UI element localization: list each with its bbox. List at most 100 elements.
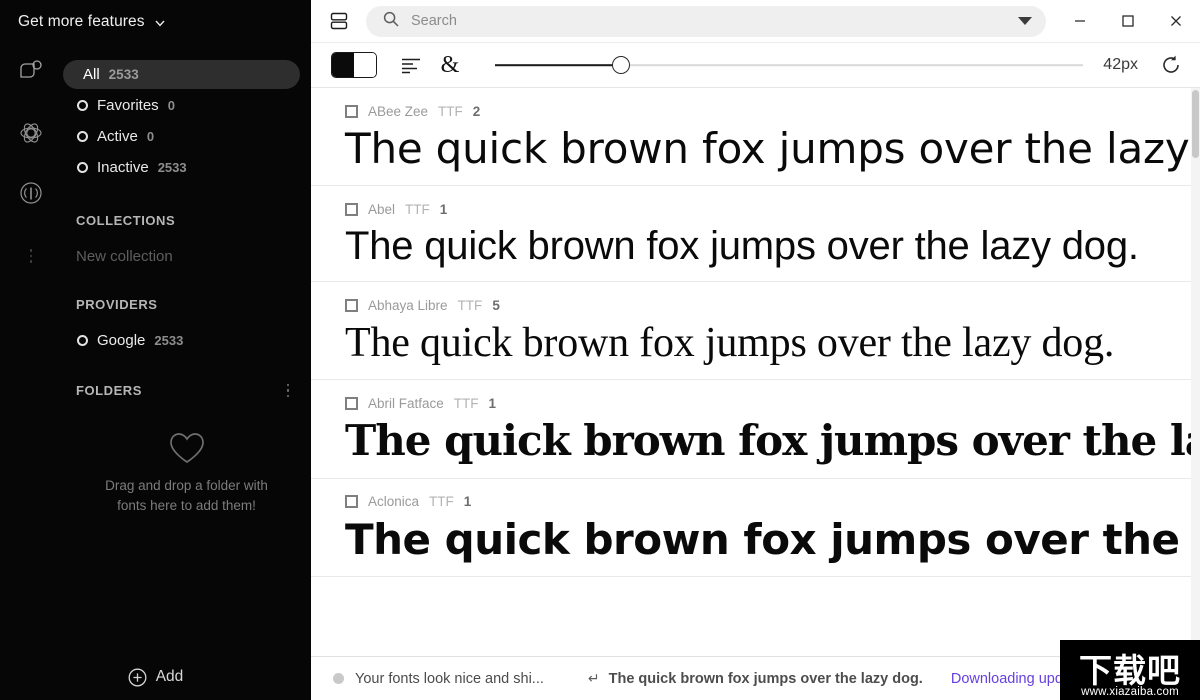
folder-dropzone[interactable]: Drag and drop a folder with fonts here t… — [62, 431, 311, 516]
more-vertical-icon[interactable] — [16, 240, 46, 270]
font-sample-text: The quick brown fox jumps over the lazy … — [345, 124, 1200, 173]
collections-header-label: COLLECTIONS — [76, 213, 176, 228]
radio-icon — [77, 99, 88, 111]
font-checkbox[interactable] — [345, 396, 358, 410]
caret-down-icon[interactable] — [1018, 17, 1032, 25]
sidebar-item-all-count: 2533 — [108, 67, 139, 82]
font-variant-count: 2 — [472, 103, 481, 119]
sidebar-item-active[interactable]: Active 0 — [62, 121, 311, 151]
watermark: 下载吧 www.xiazaiba.com — [1060, 640, 1200, 700]
get-more-features-label: Get more features — [18, 13, 145, 30]
text-align-left-icon[interactable] — [395, 50, 429, 80]
window-controls — [1056, 0, 1200, 43]
title-bar — [311, 0, 1200, 43]
font-name: Abhaya Libre — [368, 297, 448, 313]
close-button[interactable] — [1152, 0, 1200, 43]
sidebar-item-all[interactable]: All 2533 — [63, 60, 300, 89]
font-format: TTF — [438, 103, 463, 119]
sidebar-item-inactive-label: Inactive — [97, 158, 149, 176]
layout-rows-icon[interactable] — [324, 6, 354, 36]
font-name: ABee Zee — [368, 103, 429, 119]
font-sample-text: The quick brown fox jumps over the lazy … — [345, 224, 1139, 269]
sidebar-item-active-count: 0 — [146, 128, 155, 144]
collection-icon[interactable] — [16, 57, 46, 87]
sidebar-content: All 2533 Favorites 0 Active 0 Inactive 2… — [62, 44, 311, 516]
sidebar: Get more features All 2533 Favorites 0 A… — [0, 0, 311, 700]
providers-header-label: PROVIDERS — [76, 297, 158, 312]
sidebar-item-inactive-count: 2533 — [157, 159, 187, 175]
sidebar-icon-rail — [0, 44, 62, 644]
sidebar-item-google-label: Google — [97, 331, 146, 349]
folders-header: FOLDERS — [62, 383, 311, 398]
font-variant-count: 1 — [463, 494, 472, 510]
collections-header: COLLECTIONS — [62, 213, 311, 228]
black-white-toggle-icon[interactable] — [331, 52, 377, 78]
font-row[interactable]: Abhaya Libre TTF 5 The quick brown fox jump… — [311, 282, 1200, 381]
sidebar-item-google[interactable]: Google 2533 — [62, 329, 311, 351]
sidebar-item-favorites-label: Favorites — [97, 96, 159, 114]
font-sample-text: The quick brown fox jumps over the lazy … — [345, 416, 1200, 466]
font-row-header: Abril Fatface TTF 1 — [345, 394, 1200, 412]
search-input[interactable] — [411, 13, 1006, 29]
slider-fill — [495, 64, 622, 66]
add-button[interactable]: Add — [0, 654, 311, 700]
preview-toolbar: & 42px — [311, 43, 1200, 88]
add-button-label: Add — [155, 668, 184, 685]
font-checkbox[interactable] — [345, 202, 358, 216]
scrollbar-thumb[interactable] — [1192, 90, 1199, 158]
font-variant-count: 1 — [488, 395, 497, 411]
search-icon — [383, 11, 399, 32]
radio-icon — [77, 130, 88, 142]
atom-icon[interactable] — [16, 118, 46, 148]
font-list[interactable]: ABee Zee TTF 2 The quick brown fox jumps ov… — [311, 88, 1200, 656]
slider-thumb[interactable] — [612, 56, 631, 74]
font-row-header: ABee Zee TTF 2 — [345, 102, 1200, 120]
font-format: TTF — [429, 494, 454, 510]
plus-circle-icon — [128, 668, 147, 686]
minimize-button[interactable] — [1056, 0, 1104, 43]
providers-header: PROVIDERS — [62, 297, 311, 312]
radio-icon — [77, 334, 88, 346]
app-window: Get more features All 2533 Favorites 0 A… — [0, 0, 1200, 700]
ampersand-icon[interactable]: & — [433, 50, 467, 80]
font-sample-text: The quick brown fox jumps over the lazy … — [345, 320, 1115, 367]
font-row[interactable]: Abril Fatface TTF 1 The quick brown fox jum… — [311, 380, 1200, 479]
new-collection-button[interactable]: New collection — [62, 248, 311, 265]
maximize-button[interactable] — [1104, 0, 1152, 43]
sidebar-item-favorites[interactable]: Favorites 0 — [62, 90, 311, 120]
font-row-header: Aclonica TTF 1 — [345, 493, 1200, 511]
broadcast-icon[interactable] — [16, 178, 46, 208]
font-name: Aclonica — [368, 494, 420, 510]
reset-rotate-icon[interactable] — [1156, 50, 1186, 80]
font-size-value: 42px — [1103, 56, 1138, 73]
preview-text-value[interactable]: The quick brown fox jumps over the lazy … — [609, 671, 923, 687]
font-row[interactable]: Abel TTF 1 The quick brown fox jumps over t… — [311, 186, 1200, 283]
font-name: Abril Fatface — [368, 395, 444, 411]
font-checkbox[interactable] — [345, 104, 358, 118]
watermark-url: www.xiazaiba.com — [1081, 686, 1179, 698]
get-more-features-button[interactable]: Get more features — [0, 0, 311, 44]
font-row[interactable]: ABee Zee TTF 2 The quick brown fox jumps ov… — [311, 88, 1200, 187]
status-dot-icon — [333, 673, 344, 684]
font-format: TTF — [457, 297, 483, 313]
font-checkbox[interactable] — [345, 495, 358, 509]
watermark-logo-text: 下载吧 — [1079, 650, 1181, 690]
search-bar[interactable] — [366, 5, 1046, 37]
font-checkbox[interactable] — [345, 298, 358, 312]
sidebar-item-favorites-count: 0 — [167, 97, 175, 113]
folders-more-icon[interactable] — [286, 383, 289, 398]
font-variant-count: 1 — [439, 201, 448, 217]
downloading-update-link[interactable]: Downloading upd — [951, 671, 1063, 687]
font-row-header: Abhaya Libre TTF 5 — [345, 296, 1200, 314]
font-format: TTF — [453, 395, 479, 411]
font-format: TTF — [405, 201, 430, 217]
font-variant-count: 5 — [492, 297, 500, 313]
radio-icon — [77, 161, 88, 173]
sidebar-item-inactive[interactable]: Inactive 2533 — [62, 152, 311, 182]
vertical-scrollbar[interactable] — [1191, 88, 1200, 656]
font-row-header: Abel TTF 1 — [345, 200, 1200, 218]
font-row[interactable]: Aclonica TTF 1 The quick brown fox jumps ov… — [311, 479, 1200, 577]
sidebar-item-all-label: All — [83, 66, 100, 83]
status-message: Your fonts look nice and shi... — [355, 670, 544, 687]
font-size-slider[interactable] — [495, 50, 1084, 80]
